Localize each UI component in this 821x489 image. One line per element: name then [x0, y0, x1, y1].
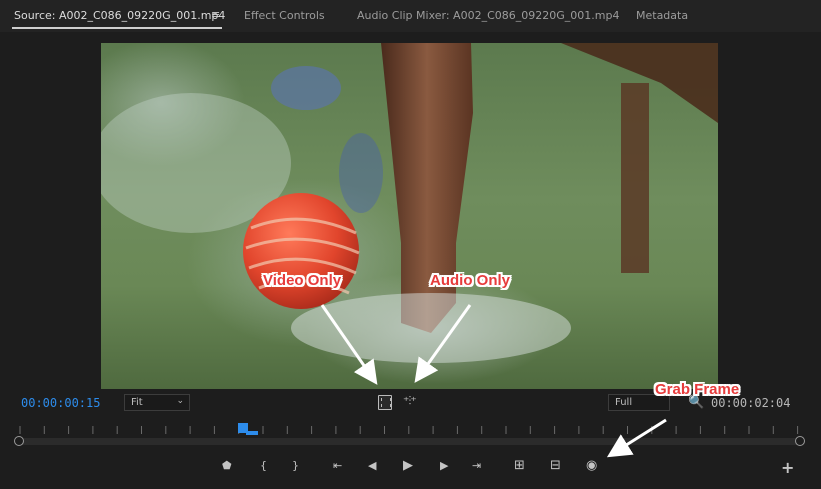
tab-effect-controls[interactable]: Effect Controls: [244, 9, 325, 22]
mark-out-button[interactable]: }: [292, 458, 299, 474]
step-forward-button[interactable]: ▶: [440, 458, 448, 474]
panel-tab-bar: Source: A002_C086_09220G_001.mp4 ≡ Effec…: [0, 0, 821, 32]
tab-metadata[interactable]: Metadata: [636, 9, 688, 22]
zoom-level-value: Fit: [131, 397, 143, 408]
button-editor-add-button[interactable]: +: [781, 458, 794, 477]
current-timecode[interactable]: 00:00:00:15: [21, 396, 100, 410]
play-button[interactable]: ▶: [403, 458, 413, 474]
time-ruler[interactable]: [16, 418, 806, 438]
zoom-scroll-end-handle[interactable]: [795, 436, 805, 446]
step-back-button[interactable]: ◀: [368, 458, 376, 474]
duration-timecode: 00:00:02:04: [711, 396, 791, 410]
mark-in-button[interactable]: {: [260, 458, 267, 474]
add-marker-button[interactable]: ⬟: [222, 458, 232, 474]
tab-audio-clip-mixer[interactable]: Audio Clip Mixer: A002_C086_09220G_001.m…: [357, 9, 619, 22]
drag-video-only-button[interactable]: [378, 395, 392, 410]
video-frame-image: [101, 43, 718, 363]
go-to-out-button[interactable]: ⇥: [472, 458, 481, 474]
hamburger-menu-icon[interactable]: ≡: [211, 8, 220, 21]
go-to-in-button[interactable]: ⇤: [333, 458, 342, 474]
playback-resolution-value: Full: [615, 397, 633, 408]
playhead-indicator: [246, 431, 258, 435]
video-only-callout: Video Only: [263, 272, 342, 289]
overwrite-button[interactable]: ⊟: [550, 458, 561, 474]
zoom-level-select[interactable]: Fit ⌄: [124, 394, 190, 411]
audio-only-callout: Audio Only: [430, 272, 510, 289]
zoom-scroll-bar[interactable]: [18, 438, 800, 445]
export-frame-button[interactable]: ◉: [586, 458, 597, 474]
insert-button[interactable]: ⊞: [514, 458, 525, 474]
grab-frame-callout: Grab Frame: [655, 381, 740, 398]
zoom-scroll-start-handle[interactable]: [14, 436, 24, 446]
active-tab-indicator: [12, 27, 222, 29]
chevron-down-icon: ⌄: [176, 396, 184, 406]
tab-source[interactable]: Source: A002_C086_09220G_001.mp4: [14, 9, 225, 22]
source-monitor-video[interactable]: [101, 43, 718, 389]
drag-audio-only-button[interactable]: ⁺⫶⁺: [403, 394, 417, 409]
